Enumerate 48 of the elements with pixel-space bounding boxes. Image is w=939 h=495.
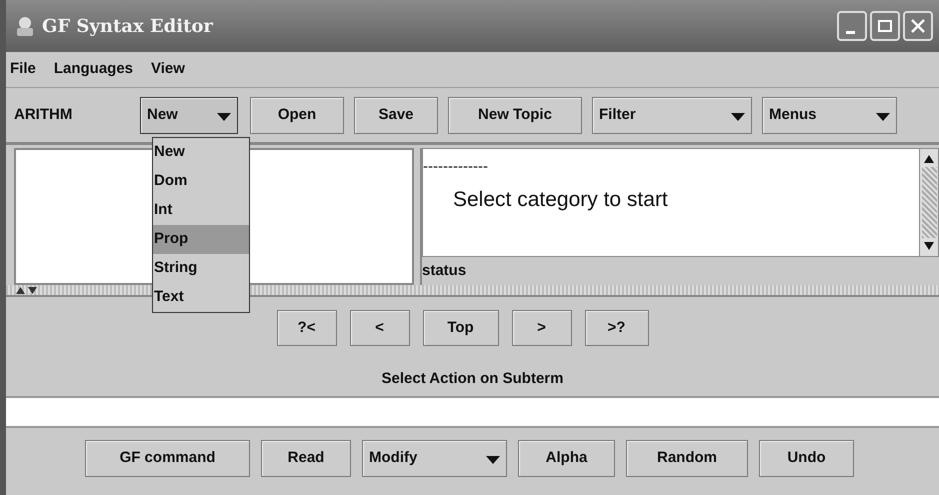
dropdown-option[interactable]: Int	[153, 196, 249, 225]
split-arrows-icon	[16, 286, 38, 294]
close-button[interactable]	[903, 11, 933, 41]
command-button[interactable]: GF command	[85, 440, 250, 477]
command-button[interactable]: Undo	[759, 440, 854, 477]
command-button[interactable]: Read	[261, 440, 351, 477]
toolbar-button[interactable]: New Topic	[448, 96, 582, 134]
navigation-button[interactable]: >?	[584, 310, 648, 346]
dropdown-option[interactable]: Text	[153, 283, 249, 312]
scrollbar[interactable]	[919, 149, 938, 256]
menu-item[interactable]: Languages	[54, 58, 134, 81]
command-input-field[interactable]	[6, 396, 939, 428]
filter-dropdown[interactable]: Filter	[592, 96, 752, 134]
minimize-icon	[846, 30, 854, 34]
scroll-up-icon	[924, 155, 934, 163]
navigation-button[interactable]: Top	[422, 310, 498, 346]
modify-dropdown[interactable]: Modify	[362, 440, 507, 477]
navigation-button[interactable]: ?<	[276, 310, 336, 346]
command-button[interactable]: Alpha	[518, 440, 615, 477]
dropdown-option[interactable]: Prop	[153, 225, 249, 254]
menu-item[interactable]: File	[10, 58, 36, 81]
caret-icon	[217, 112, 231, 121]
dropdown-option[interactable]: New	[153, 138, 249, 167]
maximize-icon	[878, 20, 892, 32]
dropdown-option[interactable]: String	[153, 254, 249, 283]
navigation-button[interactable]: <	[350, 310, 410, 346]
menu-item[interactable]: View	[151, 58, 185, 81]
output-message: Select category to start	[453, 187, 668, 213]
grammar-label: ARITHM	[14, 104, 74, 125]
action-label: Select Action on Subterm	[382, 370, 564, 387]
toolbar-button[interactable]: Open	[250, 96, 344, 134]
scroll-down-icon	[924, 242, 934, 250]
caret-icon	[876, 112, 890, 121]
maximize-button[interactable]	[870, 11, 900, 41]
app-icon	[14, 15, 36, 37]
toolbar-button[interactable]: Save	[354, 96, 438, 134]
minimize-button[interactable]	[837, 11, 867, 41]
close-icon	[911, 19, 925, 33]
caret-icon	[486, 456, 500, 464]
separator-text: -------------	[423, 159, 488, 174]
window-title: GF Syntax Editor	[42, 14, 213, 38]
navigation-button[interactable]: >	[512, 310, 572, 346]
command-button[interactable]: Random	[626, 440, 748, 477]
caret-icon	[731, 112, 745, 121]
menus-dropdown[interactable]: Menus	[762, 96, 897, 134]
dropdown-option[interactable]: Dom	[153, 167, 249, 196]
status-label: status	[422, 260, 466, 281]
category-dropdown[interactable]: New	[140, 96, 238, 134]
